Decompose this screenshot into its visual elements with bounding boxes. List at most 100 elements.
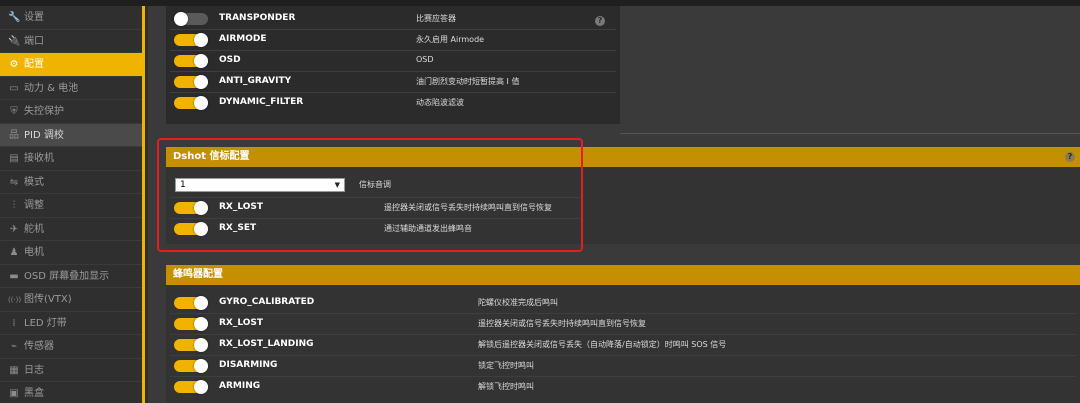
beeper-name: ARMING: [219, 381, 261, 391]
app-window: 🔧 设置 🔌 端口 ⚙ 配置 ▭ 动力 & 电池 ⛨ 失控保护 品 PID 调校 ▤ 接收机 …: [0, 0, 1080, 403]
sidebar-item-receiver[interactable]: ▤ 接收机: [0, 147, 142, 171]
features-panel: TRANSPONDER 比赛应答器 ? AIRMODE 永久启用 Airmode…: [166, 6, 620, 124]
sidebar-item-label: 图传(VTX): [24, 294, 72, 305]
feature-name: AIRMODE: [219, 34, 267, 44]
annotation-highlight-box: [157, 138, 583, 252]
feature-desc: 永久启用 Airmode: [416, 35, 485, 44]
section-body: GYRO_CALIBRATED 陀螺仪校准完成后鸣叫 RX_LOST 遥控器关闭…: [166, 285, 1080, 403]
row-divider: [170, 71, 616, 72]
beeper-name: RX_LOST: [219, 318, 264, 328]
sidebar-item-setup[interactable]: 🔧 设置: [0, 6, 142, 30]
sidebar-item-label: 接收机: [24, 153, 54, 164]
row-divider: [170, 355, 1076, 356]
feature-toggle-anti-gravity[interactable]: [174, 75, 208, 89]
motor-icon: ♟: [9, 247, 19, 258]
sidebar-item-label: 端口: [24, 35, 44, 47]
feature-toggle-transponder[interactable]: [174, 12, 208, 26]
row-divider: [170, 92, 616, 93]
sidebar-item-logging[interactable]: ▦ 日志: [0, 359, 142, 382]
sidebar-item-servos[interactable]: ✈ 舵机: [0, 218, 142, 241]
beeper-toggle-rx-lost[interactable]: [174, 317, 208, 331]
sidebar-item-label: LED 灯带: [24, 317, 67, 329]
beeper-name: GYRO_CALIBRATED: [219, 297, 315, 307]
sliders-icon: ⫶: [12, 200, 16, 211]
help-icon[interactable]: ?: [595, 16, 605, 26]
plane-icon: ✈: [9, 223, 19, 235]
feature-toggle-dynamic-filter[interactable]: [174, 96, 208, 110]
feature-desc: 比赛应答器: [416, 14, 456, 23]
row-divider: [170, 313, 1076, 314]
feature-desc: 动态陷波滤波: [416, 98, 464, 107]
sensor-icon: ⌁: [10, 341, 18, 352]
sidebar-item-ports[interactable]: 🔌 端口: [0, 30, 142, 53]
beeper-toggle-gyro-calibrated[interactable]: [174, 296, 208, 310]
blackbox-icon: ▣: [9, 388, 19, 399]
sidebar-item-label: 配置: [24, 59, 44, 70]
feature-toggle-airmode[interactable]: [174, 33, 208, 47]
sidebar-item-label: 模式: [24, 176, 44, 188]
receiver-icon: ▤: [9, 153, 19, 164]
battery-icon: ▭: [9, 82, 19, 94]
sidebar-item-label: 动力 & 电池: [24, 82, 79, 94]
sidebar: 🔧 设置 🔌 端口 ⚙ 配置 ▭ 动力 & 电池 ⛨ 失控保护 品 PID 调校 ▤ 接收机 …: [0, 6, 145, 403]
sidebar-item-configuration[interactable]: ⚙ 配置: [0, 53, 142, 77]
beeper-desc: 解锁飞控时鸣叫: [478, 382, 534, 391]
toggle-icon: ⇋: [9, 176, 19, 188]
sidebar-item-osd[interactable]: ▬ OSD 屏幕叠加显示: [0, 265, 142, 288]
row-divider: [170, 334, 1076, 335]
row-divider: [170, 29, 616, 30]
beeper-toggle-disarming[interactable]: [174, 359, 208, 373]
wrench-icon: 🔧: [8, 12, 21, 23]
sidebar-item-blackbox[interactable]: ▣ 黑盒: [0, 382, 142, 403]
sidebar-item-pid[interactable]: 品 PID 调校: [0, 123, 142, 147]
sidebar-item-label: 日志: [24, 364, 44, 376]
sitemap-icon: 品: [9, 129, 19, 141]
sidebar-item-label: OSD 屏幕叠加显示: [24, 270, 110, 282]
gear-icon: ⚙: [9, 59, 19, 70]
feature-name: OSD: [219, 55, 241, 65]
beeper-toggle-rx-lost-landing[interactable]: [174, 338, 208, 352]
feature-name: ANTI_GRAVITY: [219, 76, 292, 86]
sidebar-item-power[interactable]: ▭ 动力 & 电池: [0, 77, 142, 100]
sidebar-item-sensors[interactable]: ⌁ 传感器: [0, 335, 142, 359]
sidebar-item-motors[interactable]: ♟ 电机: [0, 241, 142, 265]
row-divider: [170, 376, 1076, 377]
feature-desc: OSD: [416, 55, 434, 64]
feature-name: TRANSPONDER: [219, 13, 296, 23]
beeper-name: DISARMING: [219, 360, 278, 370]
divider-line: [620, 133, 1080, 134]
help-icon[interactable]: ?: [1065, 152, 1075, 162]
sidebar-item-vtx[interactable]: ((·)) 图传(VTX): [0, 288, 142, 312]
row-divider: [170, 50, 616, 51]
led-icon: ⁞: [12, 317, 16, 329]
log-icon: ▦: [9, 364, 19, 376]
feature-name: DYNAMIC_FILTER: [219, 97, 304, 107]
sidebar-item-adjustments[interactable]: ⫶ 调整: [0, 194, 142, 218]
vtx-icon: ((·)): [8, 296, 22, 304]
sidebar-item-led[interactable]: ⁞ LED 灯带: [0, 312, 142, 335]
sidebar-item-label: 设置: [24, 12, 44, 23]
beeper-desc: 锁定飞控时鸣叫: [478, 361, 534, 370]
section-header: 蜂鸣器配置: [166, 265, 1080, 285]
sidebar-item-label: 传感器: [24, 341, 54, 352]
sidebar-item-label: 失控保护: [24, 106, 64, 117]
sidebar-item-label: 电机: [24, 247, 44, 258]
beeper-name: RX_LOST_LANDING: [219, 339, 314, 349]
osd-icon: ▬: [9, 270, 19, 282]
sidebar-item-label: 舵机: [24, 223, 44, 235]
sidebar-item-label: 黑盒: [24, 388, 44, 399]
beeper-desc: 解锁后遥控器关闭或信号丢失（自动降落/自动锁定）时鸣叫 SOS 信号: [478, 340, 727, 349]
beeper-section: 蜂鸣器配置 GYRO_CALIBRATED 陀螺仪校准完成后鸣叫 RX_LOST…: [166, 265, 1080, 403]
beeper-toggle-arming[interactable]: [174, 380, 208, 394]
beeper-desc: 遥控器关闭或信号丢失时持续鸣叫直到信号恢复: [478, 319, 646, 328]
beeper-desc: 陀螺仪校准完成后鸣叫: [478, 298, 558, 307]
sidebar-item-failsafe[interactable]: ⛨ 失控保护: [0, 100, 142, 124]
sidebar-item-label: PID 调校: [24, 129, 64, 141]
sidebar-item-modes[interactable]: ⇋ 模式: [0, 171, 142, 194]
feature-desc: 油门剧烈变动时短暂提高 I 值: [416, 77, 520, 86]
sidebar-item-label: 调整: [24, 200, 44, 211]
feature-toggle-osd[interactable]: [174, 54, 208, 68]
plug-icon: 🔌: [8, 35, 21, 47]
shield-icon: ⛨: [10, 106, 18, 117]
section-title: 蜂鸣器配置: [173, 269, 223, 280]
